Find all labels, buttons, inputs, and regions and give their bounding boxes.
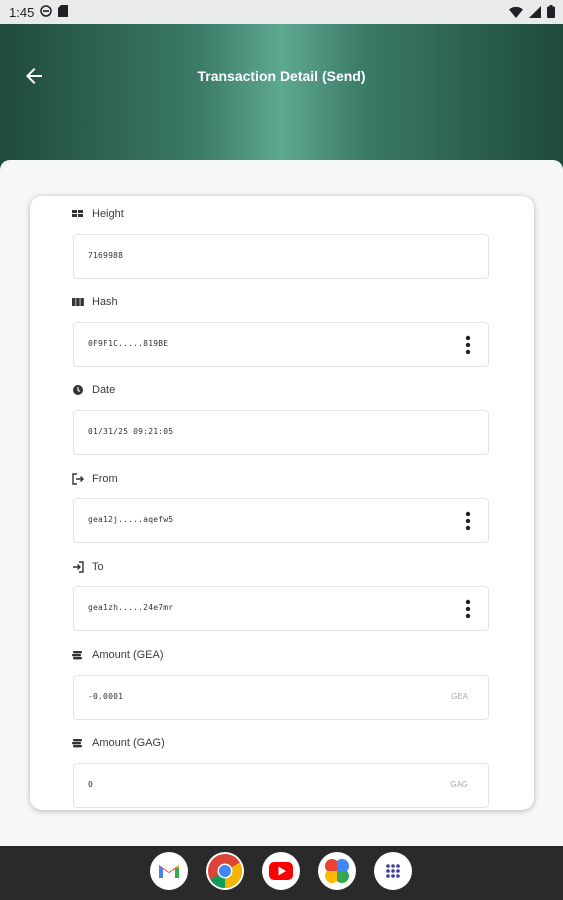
app-drawer-icon <box>386 864 400 878</box>
field-label-text: Date <box>92 384 116 396</box>
hash-field[interactable]: 0F9F1C.....819BE <box>73 322 489 367</box>
battery-icon <box>547 5 555 21</box>
amount-gea-suffix: GEA <box>451 692 468 701</box>
hash-more-button[interactable] <box>465 335 471 355</box>
amount-gea-field[interactable]: -0.0001 GEA <box>73 675 489 720</box>
field-label-amount-gag: Amount (GAG) <box>72 737 165 749</box>
clock-icon <box>72 384 84 396</box>
more-vert-icon <box>465 599 471 619</box>
height-field[interactable]: 7169988 <box>73 234 489 279</box>
field-label-date: Date <box>72 384 115 396</box>
taskbar <box>0 846 563 900</box>
field-label-text: Amount (GAG) <box>92 737 165 749</box>
youtube-app[interactable] <box>262 852 300 890</box>
amount-gea-value: -0.0001 <box>88 692 124 701</box>
gmail-icon <box>159 865 179 878</box>
field-label-text: From <box>92 473 118 485</box>
to-value: gea1zh.....24e7mr <box>88 603 174 612</box>
field-label-height: Height <box>72 208 124 220</box>
field-label-text: Hash <box>92 296 118 308</box>
amount-gag-value: 0 <box>88 780 94 789</box>
more-vert-icon <box>465 511 471 531</box>
from-icon <box>72 473 84 485</box>
height-value: 7169988 <box>88 251 124 260</box>
amount-gag-field[interactable]: 0 GAG <box>73 763 489 808</box>
dnd-icon <box>40 5 53 20</box>
field-label-text: To <box>92 561 104 573</box>
date-value: 01/31/25 09:21:05 <box>88 427 174 436</box>
from-value: gea12j.....aqefw5 <box>88 515 174 524</box>
field-label-text: Height <box>92 208 124 220</box>
field-label-amount-gea: Amount (GEA) <box>72 649 164 661</box>
coins-icon <box>72 649 84 661</box>
from-field[interactable]: gea12j.....aqefw5 <box>73 498 489 543</box>
to-icon <box>72 561 84 573</box>
more-vert-icon <box>465 335 471 355</box>
app-drawer[interactable] <box>374 852 412 890</box>
photos-icon <box>325 859 349 883</box>
field-label-text: Amount (GEA) <box>92 649 164 661</box>
field-label-to: To <box>72 561 104 573</box>
transaction-card[interactable]: Height 7169988 Hash 0F9F1C.....819BE Dat… <box>30 196 534 810</box>
to-more-button[interactable] <box>465 599 471 619</box>
chrome-app[interactable] <box>206 852 244 890</box>
hash-icon <box>72 296 84 308</box>
field-label-from: From <box>72 473 118 485</box>
chrome-icon <box>208 854 242 888</box>
to-field[interactable]: gea1zh.....24e7mr <box>73 586 489 631</box>
photos-app[interactable] <box>318 852 356 890</box>
gmail-app[interactable] <box>150 852 188 890</box>
from-more-button[interactable] <box>465 511 471 531</box>
youtube-icon <box>269 862 293 880</box>
wifi-icon <box>509 6 523 21</box>
status-time: 1:45 <box>9 5 35 20</box>
date-field[interactable]: 01/31/25 09:21:05 <box>73 410 489 455</box>
app-header: Transaction Detail (Send) <box>0 24 563 174</box>
status-bar: 1:45 <box>0 0 563 24</box>
sd-card-icon <box>58 5 69 20</box>
field-label-hash: Hash <box>72 296 118 308</box>
content-sheet: Height 7169988 Hash 0F9F1C.....819BE Dat… <box>0 160 563 846</box>
height-icon <box>72 208 84 220</box>
coins-icon <box>72 737 84 749</box>
page-title: Transaction Detail (Send) <box>197 68 366 84</box>
signal-icon <box>529 5 541 21</box>
hash-value: 0F9F1C.....819BE <box>88 339 169 348</box>
amount-gag-suffix: GAG <box>450 780 468 789</box>
